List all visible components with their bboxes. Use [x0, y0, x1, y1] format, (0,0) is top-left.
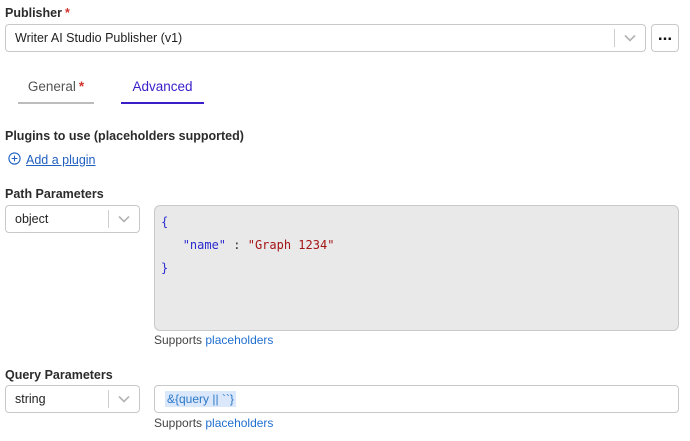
add-plugin-link[interactable]: Add a plugin [8, 152, 96, 168]
path-parameters-code-editor[interactable]: { "name" : "Graph 1234" } [154, 205, 679, 331]
code-line: "name" : "Graph 1234" [161, 238, 678, 261]
required-mark: * [78, 79, 85, 94]
path-parameters-supports-note: Supports placeholders [154, 333, 274, 347]
chevron-down-icon[interactable] [615, 34, 645, 42]
tab-advanced[interactable]: Advanced [121, 72, 204, 104]
more-options-button[interactable]: ... [651, 24, 679, 52]
code-line: } [161, 261, 678, 284]
query-parameters-type-select[interactable]: string [5, 385, 140, 413]
publisher-label: Publisher * [5, 6, 70, 20]
chevron-down-icon[interactable] [109, 395, 139, 403]
code-colon: : [226, 238, 248, 252]
code-open-brace: { [161, 215, 169, 229]
code-key: "name" [182, 238, 227, 252]
publisher-select[interactable]: Writer AI Studio Publisher (v1) [5, 24, 646, 52]
placeholders-link[interactable]: placeholders [205, 416, 273, 430]
query-parameters-label: Query Parameters [5, 368, 113, 382]
add-plugin-label: Add a plugin [26, 153, 96, 167]
path-parameters-label: Path Parameters [5, 187, 104, 201]
path-parameters-type-value: object [15, 212, 49, 226]
path-parameters-type-select[interactable]: object [5, 205, 140, 233]
required-mark: * [64, 6, 70, 20]
tab-general[interactable]: General * [18, 72, 94, 104]
placeholders-link[interactable]: placeholders [205, 333, 273, 347]
query-parameters-input[interactable]: &{query || ``} [154, 385, 679, 413]
plus-circle-icon [8, 152, 21, 168]
query-parameters-supports-note: Supports placeholders [154, 416, 274, 430]
query-parameters-type-value: string [15, 392, 46, 406]
code-line: { [161, 215, 678, 238]
ellipsis-icon: ... [657, 25, 673, 44]
plugins-label: Plugins to use (placeholders supported) [5, 129, 244, 143]
query-parameters-value: &{query || ``} [165, 391, 236, 407]
chevron-down-icon[interactable] [109, 215, 139, 223]
code-value: "Graph 1234" [247, 238, 335, 252]
code-close-brace: } [161, 261, 169, 275]
publisher-select-value: Writer AI Studio Publisher (v1) [15, 31, 183, 45]
